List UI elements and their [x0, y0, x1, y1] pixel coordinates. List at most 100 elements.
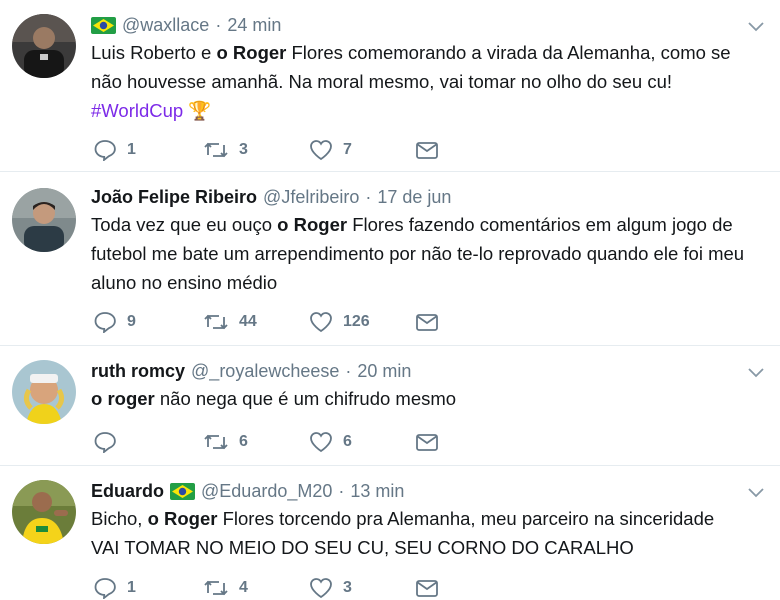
tweet-actions: 1 3 7: [93, 138, 455, 162]
tweet-header: Eduardo @Eduardo_M20 · 13 min: [91, 478, 760, 504]
tweet-handle[interactable]: @Eduardo_M20: [201, 478, 332, 504]
retweet-count: 3: [239, 141, 248, 158]
tweet-timestamp[interactable]: 13 min: [350, 478, 404, 504]
tweet-text-line: #WorldCup 🏆: [91, 96, 760, 125]
retweet-icon: [204, 434, 228, 450]
tweet-author-name[interactable]: ruth romcy: [91, 358, 185, 384]
like-count: 7: [343, 141, 352, 158]
tweet-handle[interactable]: @waxllace: [122, 12, 209, 38]
tweet-header: ruth romcy @_royalewcheese · 20 min: [91, 358, 760, 384]
direct-message-button[interactable]: [415, 140, 455, 160]
text-segment: VAI TOMAR NO MEIO DO SEU CU, SEU CORNO D…: [91, 537, 634, 558]
tweet-text: Toda vez que eu ouço o Roger Flores faze…: [91, 210, 760, 297]
tweet-handle[interactable]: @_royalewcheese: [191, 358, 339, 384]
like-button[interactable]: 6: [309, 431, 415, 453]
direct-message-icon: [416, 434, 438, 451]
like-count: 6: [343, 433, 352, 450]
tweet[interactable]: João Felipe Ribeiro @Jfelribeiro · 17 de…: [0, 172, 780, 346]
reply-icon: [94, 140, 116, 161]
reply-icon: [94, 578, 116, 599]
text-segment: Flores comemorando a virada da Alemanha,…: [286, 42, 731, 63]
retweet-count: 44: [239, 313, 257, 330]
tweet-author-name[interactable]: Eduardo: [91, 478, 164, 504]
like-button[interactable]: 126: [309, 311, 415, 333]
retweet-button[interactable]: 3: [203, 140, 309, 160]
direct-message-button[interactable]: [415, 312, 455, 332]
tweet-text-line: Toda vez que eu ouço o Roger Flores faze…: [91, 210, 760, 239]
text-segment: Bicho,: [91, 508, 148, 529]
tweet-actions: 6 6: [93, 430, 455, 454]
tweet-text-line: aluno no ensino médio: [91, 268, 760, 297]
retweet-icon: [204, 314, 228, 330]
tweet-header: @waxllace · 24 min: [91, 12, 760, 38]
highlighted-term: o Roger: [277, 214, 348, 235]
reply-count: 9: [127, 313, 136, 330]
tweet-feed: @waxllace · 24 min Luis Roberto e o Roge…: [0, 0, 780, 600]
text-segment: Luis Roberto e: [91, 42, 217, 63]
tweet[interactable]: Eduardo @Eduardo_M20 · 13 min Bicho, o R…: [0, 466, 780, 600]
like-count: 3: [343, 579, 352, 596]
retweet-button[interactable]: 4: [203, 578, 309, 598]
text-segment: não houvesse amanhã. Na moral mesmo, vai…: [91, 71, 673, 92]
tweet-timestamp[interactable]: 24 min: [227, 12, 281, 38]
hashtag-link[interactable]: #WorldCup: [91, 100, 183, 121]
text-segment: futebol me bate um arrependimento por nã…: [91, 243, 745, 264]
tweet[interactable]: ruth romcy @_royalewcheese · 20 min o ro…: [0, 346, 780, 466]
avatar[interactable]: [12, 14, 76, 78]
direct-message-icon: [416, 580, 438, 597]
text-segment: Flores torcendo pra Alemanha, meu parcei…: [217, 508, 715, 529]
tweet-handle[interactable]: @Jfelribeiro: [263, 184, 359, 210]
like-icon: [310, 432, 332, 453]
separator: ·: [215, 15, 222, 35]
tweet-text-line: o roger não nega que é um chifrudo mesmo: [91, 384, 760, 413]
tweet-timestamp[interactable]: 20 min: [357, 358, 411, 384]
like-icon: [310, 578, 332, 599]
retweet-count: 4: [239, 579, 248, 596]
text-segment: Toda vez que eu ouço: [91, 214, 278, 235]
avatar[interactable]: [12, 360, 76, 424]
retweet-count: 6: [239, 433, 248, 450]
like-button[interactable]: 7: [309, 139, 415, 161]
retweet-icon: [204, 580, 228, 596]
reply-icon: [94, 432, 116, 453]
like-icon: [310, 140, 332, 161]
text-segment: Flores fazendo comentários em algum jogo…: [347, 214, 733, 235]
like-count: 126: [343, 313, 370, 330]
tweet-text-line: não houvesse amanhã. Na moral mesmo, vai…: [91, 67, 760, 96]
reply-button[interactable]: [93, 431, 203, 453]
retweet-icon: [204, 142, 228, 158]
tweet[interactable]: @waxllace · 24 min Luis Roberto e o Roge…: [0, 0, 780, 172]
reply-count: 1: [127, 141, 136, 158]
tweet-text: Bicho, o Roger Flores torcendo pra Alema…: [91, 504, 760, 562]
tweet-timestamp[interactable]: 17 de jun: [377, 184, 451, 210]
tweet-header: João Felipe Ribeiro @Jfelribeiro · 17 de…: [91, 184, 760, 210]
tweet-text-line: VAI TOMAR NO MEIO DO SEU CU, SEU CORNO D…: [91, 533, 760, 562]
tweet-actions: 9 44 126: [93, 310, 455, 334]
direct-message-icon: [416, 314, 438, 331]
tweet-actions: 1 4 3: [93, 576, 455, 600]
direct-message-button[interactable]: [415, 432, 455, 452]
retweet-button[interactable]: 44: [203, 312, 309, 332]
reply-button[interactable]: 1: [93, 577, 203, 599]
retweet-button[interactable]: 6: [203, 432, 309, 452]
highlighted-term: o roger: [91, 388, 155, 409]
tweet-text-line: Luis Roberto e o Roger Flores comemorand…: [91, 38, 760, 67]
separator: ·: [338, 481, 345, 501]
avatar[interactable]: [12, 480, 76, 544]
direct-message-icon: [416, 142, 438, 159]
like-button[interactable]: 3: [309, 577, 415, 599]
like-icon: [310, 312, 332, 333]
direct-message-button[interactable]: [415, 578, 455, 598]
tweet-text: o roger não nega que é um chifrudo mesmo: [91, 384, 760, 413]
tweet-text-line: futebol me bate um arrependimento por nã…: [91, 239, 760, 268]
chevron-down-icon[interactable]: [748, 368, 764, 378]
avatar[interactable]: [12, 188, 76, 252]
chevron-down-icon[interactable]: [748, 488, 764, 498]
brazil-flag-icon: [91, 16, 116, 34]
tweet-author-name[interactable]: João Felipe Ribeiro: [91, 184, 257, 210]
reply-button[interactable]: 9: [93, 311, 203, 333]
highlighted-term: o Roger: [147, 508, 218, 529]
reply-icon: [94, 312, 116, 333]
reply-button[interactable]: 1: [93, 139, 203, 161]
chevron-down-icon[interactable]: [748, 22, 764, 32]
